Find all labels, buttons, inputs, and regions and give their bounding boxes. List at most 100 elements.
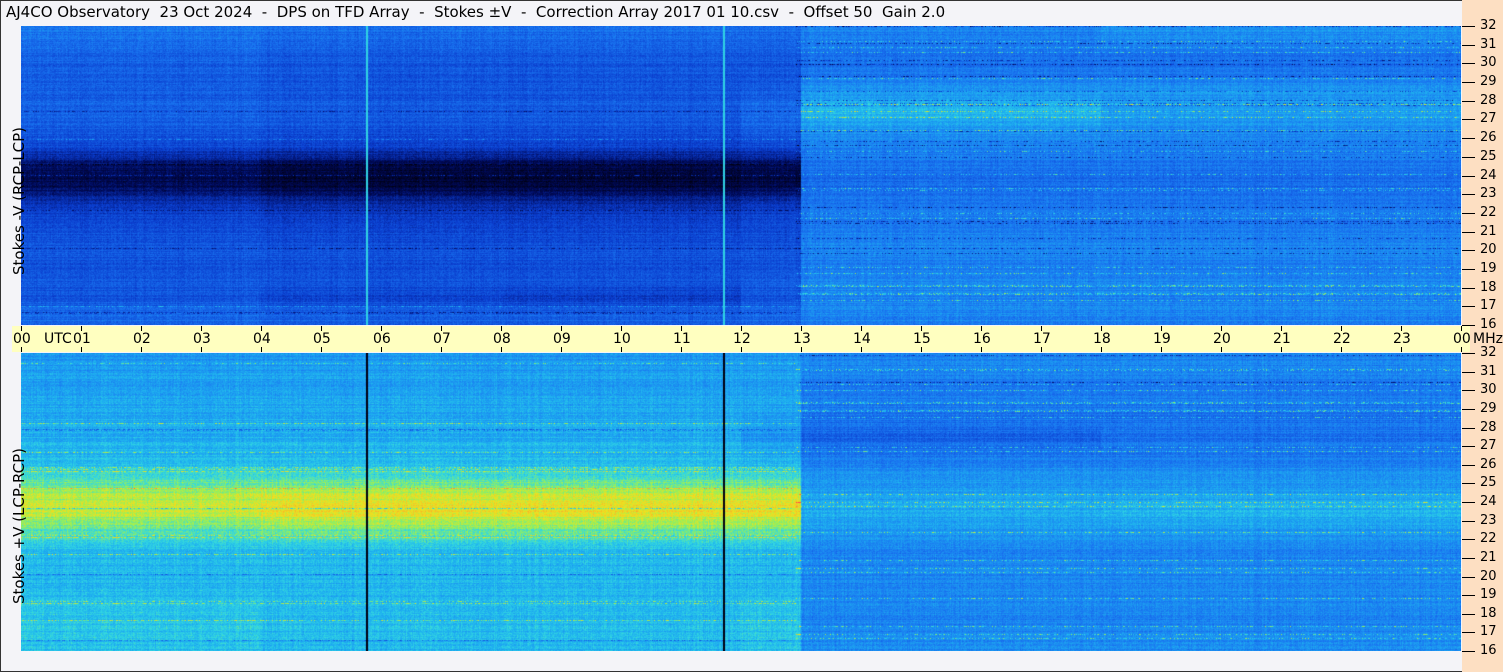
y-tick-mark bbox=[1462, 232, 1475, 233]
y-tick-mark bbox=[1462, 632, 1475, 633]
y-tick-mark bbox=[1462, 82, 1475, 83]
x-tick-label: 10 bbox=[613, 331, 631, 347]
y-tick-label: 20 bbox=[1480, 569, 1497, 584]
y-tick-mark bbox=[1462, 614, 1475, 615]
y-tick-mark bbox=[1462, 63, 1475, 64]
x-tick-mark bbox=[201, 347, 202, 352]
y-tick-mark bbox=[1462, 250, 1475, 251]
y-tick-label: 24 bbox=[1480, 168, 1497, 183]
x-tick-label: 18 bbox=[1093, 331, 1111, 347]
x-tick-mark bbox=[741, 347, 742, 352]
x-tick-label: 16 bbox=[973, 331, 991, 347]
x-tick-label: 00 bbox=[1453, 331, 1471, 347]
y-tick-mark bbox=[1462, 45, 1475, 46]
y-tick-mark bbox=[1462, 502, 1475, 503]
y-tick-label: 24 bbox=[1480, 494, 1497, 509]
x-tick-mark bbox=[381, 347, 382, 352]
y-tick-mark bbox=[1462, 288, 1475, 289]
x-tick-mark bbox=[1401, 347, 1402, 352]
heatmap-stokes-minus-v bbox=[21, 26, 1461, 325]
y-tick-label: 21 bbox=[1480, 224, 1497, 239]
x-tick-label: 12 bbox=[733, 331, 751, 347]
x-tick-label: 06 bbox=[373, 331, 391, 347]
y-tick-label: 17 bbox=[1480, 624, 1497, 639]
x-tick-mark bbox=[861, 347, 862, 352]
y-tick-mark bbox=[1462, 306, 1475, 307]
x-tick-label: 09 bbox=[553, 331, 571, 347]
y-tick-label: 25 bbox=[1480, 475, 1497, 490]
y-tick-label: 19 bbox=[1480, 261, 1497, 276]
y-tick-mark bbox=[1462, 539, 1475, 540]
y-tick-label: 32 bbox=[1480, 18, 1497, 33]
utc-unit-label: UTC bbox=[44, 331, 72, 347]
y-tick-mark bbox=[1462, 325, 1475, 326]
x-tick-label: 08 bbox=[493, 331, 511, 347]
x-tick-mark bbox=[321, 347, 322, 352]
y-tick-label: 17 bbox=[1480, 298, 1497, 313]
x-tick-mark bbox=[801, 347, 802, 352]
y-tick-label: 22 bbox=[1480, 531, 1497, 546]
y-tick-mark bbox=[1462, 446, 1475, 447]
heatmap-cells-stokes-minus-v bbox=[21, 26, 1461, 325]
x-tick-mark bbox=[1101, 347, 1102, 352]
x-tick-label: 00 bbox=[13, 331, 31, 347]
x-tick-mark bbox=[1281, 347, 1282, 352]
y-tick-label: 19 bbox=[1480, 587, 1497, 602]
y-tick-mark bbox=[1462, 428, 1475, 429]
y-tick-mark bbox=[1462, 353, 1475, 354]
y-tick-label: 16 bbox=[1480, 317, 1497, 332]
x-tick-label: 20 bbox=[1213, 331, 1231, 347]
y-tick-label: 30 bbox=[1480, 382, 1497, 397]
y-tick-mark bbox=[1462, 372, 1475, 373]
x-tick-label: 15 bbox=[913, 331, 931, 347]
y-tick-label: 16 bbox=[1480, 643, 1497, 658]
y-tick-label: 25 bbox=[1480, 149, 1497, 164]
heatmap-stokes-plus-v bbox=[21, 353, 1461, 651]
y-tick-label: 29 bbox=[1480, 401, 1497, 416]
y-axis-label-bottom: Stokes +V (LCP-RCP) bbox=[10, 448, 28, 604]
x-tick-mark bbox=[141, 347, 142, 352]
y-tick-label: 23 bbox=[1480, 513, 1497, 528]
y-tick-mark bbox=[1462, 577, 1475, 578]
x-tick-mark bbox=[1161, 347, 1162, 352]
y-axis-label-top: Stokes -V (RCP-LCP) bbox=[10, 127, 28, 275]
y-tick-label: 27 bbox=[1480, 438, 1497, 453]
heatmap-cells-stokes-plus-v bbox=[21, 353, 1461, 651]
x-tick-label: 11 bbox=[673, 331, 691, 347]
y-tick-mark bbox=[1462, 101, 1475, 102]
x-tick-mark bbox=[441, 347, 442, 352]
x-tick-mark bbox=[1341, 347, 1342, 352]
x-tick-mark bbox=[261, 347, 262, 352]
y-tick-label: 28 bbox=[1480, 93, 1497, 108]
x-tick-mark bbox=[921, 347, 922, 352]
y-tick-mark bbox=[1462, 213, 1475, 214]
x-tick-mark bbox=[621, 347, 622, 352]
x-tick-label: 19 bbox=[1153, 331, 1171, 347]
y-tick-mark bbox=[1462, 483, 1475, 484]
x-tick-label: 23 bbox=[1393, 331, 1411, 347]
x-tick-mark bbox=[81, 347, 82, 352]
x-tick-label: 14 bbox=[853, 331, 871, 347]
x-tick-mark bbox=[1221, 347, 1222, 352]
x-tick-label: 17 bbox=[1033, 331, 1051, 347]
x-tick-label: 07 bbox=[433, 331, 451, 347]
x-tick-label: 02 bbox=[133, 331, 151, 347]
y-tick-mark bbox=[1462, 194, 1475, 195]
x-tick-mark bbox=[561, 347, 562, 352]
y-tick-mark bbox=[1462, 465, 1475, 466]
x-tick-label: 05 bbox=[313, 331, 331, 347]
y-tick-label: 27 bbox=[1480, 111, 1497, 126]
x-tick-label: 04 bbox=[253, 331, 271, 347]
y-tick-label: 26 bbox=[1480, 457, 1497, 472]
y-tick-mark bbox=[1462, 176, 1475, 177]
y-tick-label: 31 bbox=[1480, 364, 1497, 379]
y-tick-label: 32 bbox=[1480, 345, 1497, 360]
x-tick-mark bbox=[1041, 347, 1042, 352]
y-tick-mark bbox=[1462, 651, 1475, 652]
y-tick-mark bbox=[1462, 390, 1475, 391]
y-tick-mark bbox=[1462, 119, 1475, 120]
x-tick-label: 21 bbox=[1273, 331, 1291, 347]
y-tick-mark bbox=[1462, 269, 1475, 270]
y-tick-label: 18 bbox=[1480, 280, 1497, 295]
y-tick-label: 26 bbox=[1480, 130, 1497, 145]
